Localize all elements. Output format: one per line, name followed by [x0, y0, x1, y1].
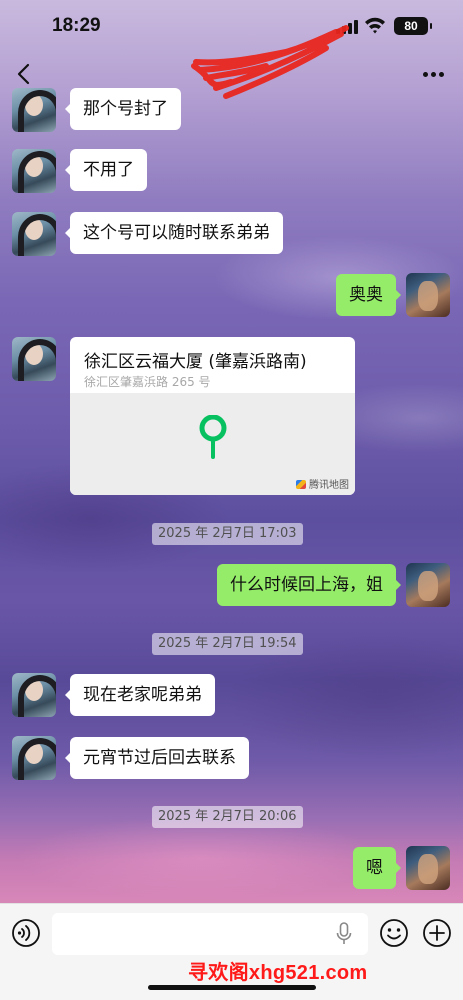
message-bubble[interactable]: 那个号封了: [65, 88, 181, 130]
contact-avatar[interactable]: [12, 149, 56, 193]
message-bubble[interactable]: 现在老家呢弟弟: [65, 674, 215, 716]
location-card[interactable]: 徐汇区云福大厦 (肇嘉浜路南) 徐汇区肇嘉浜路 265 号 腾讯地图: [70, 337, 355, 495]
emoji-icon[interactable]: [379, 918, 409, 948]
message-bubble[interactable]: 元宵节过后回去联系: [65, 737, 249, 779]
voice-icon[interactable]: [11, 918, 41, 948]
status-time: 18:29: [52, 15, 101, 36]
message-input[interactable]: [52, 913, 368, 955]
moon-image: [226, 100, 244, 124]
message-bubble[interactable]: 不用了: [65, 149, 147, 191]
battery-icon: 80: [394, 17, 432, 35]
contact-avatar[interactable]: [12, 212, 56, 256]
map-pin-icon: [199, 415, 227, 459]
location-title: 徐汇区云福大厦 (肇嘉浜路南): [84, 352, 307, 372]
map-brand: 腾讯地图: [296, 476, 349, 491]
microphone-icon[interactable]: [336, 922, 352, 946]
watermark-text: 寻欢阁xhg521.com: [188, 962, 368, 984]
timestamp: 2025 年 2月7日 17:03: [152, 523, 303, 545]
more-dots-icon[interactable]: [423, 72, 445, 78]
contact-avatar[interactable]: [12, 736, 56, 780]
timestamp: 2025 年 2月7日 20:06: [152, 806, 303, 828]
chevron-left-icon[interactable]: [14, 62, 34, 86]
redaction-scribble: [191, 25, 349, 99]
message-bubble[interactable]: 嗯: [353, 847, 401, 889]
wifi-icon: [365, 17, 385, 34]
message-bubble[interactable]: 奥奥: [336, 274, 401, 316]
plus-icon[interactable]: [422, 918, 452, 948]
contact-avatar[interactable]: [12, 673, 56, 717]
message-bubble[interactable]: 这个号可以随时联系弟弟: [65, 212, 283, 254]
my-avatar[interactable]: [406, 563, 450, 607]
contact-avatar[interactable]: [12, 337, 56, 381]
contact-avatar[interactable]: [12, 88, 56, 132]
location-address: 徐汇区肇嘉浜路 265 号: [84, 375, 211, 389]
my-avatar[interactable]: [406, 273, 450, 317]
message-bubble[interactable]: 什么时候回上海，姐: [217, 564, 401, 606]
tencent-map-logo-icon: [296, 480, 306, 489]
timestamp: 2025 年 2月7日 19:54: [152, 633, 303, 655]
home-indicator[interactable]: [148, 985, 316, 990]
location-map: 腾讯地图: [70, 393, 355, 495]
my-avatar[interactable]: [406, 846, 450, 890]
